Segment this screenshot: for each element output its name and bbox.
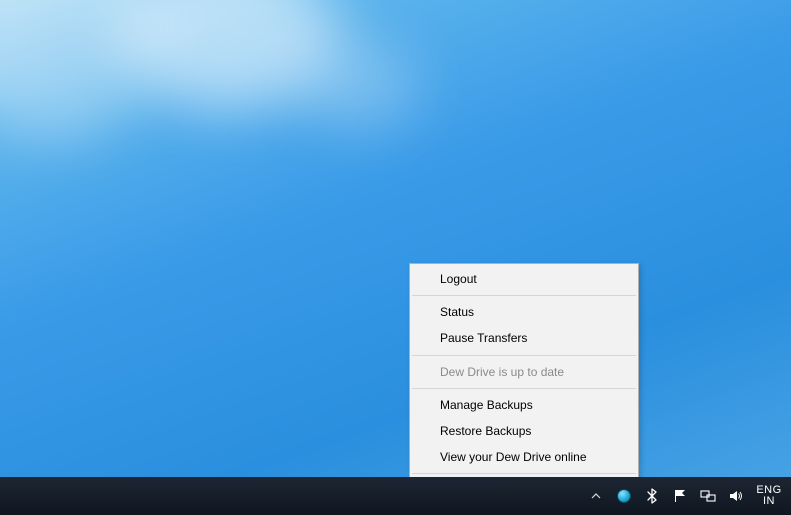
- menu-separator: [412, 295, 636, 296]
- menu-item-logout[interactable]: Logout: [410, 266, 638, 292]
- menu-separator: [412, 388, 636, 389]
- bluetooth-icon[interactable]: [643, 487, 661, 505]
- menu-separator: [412, 355, 636, 356]
- desktop-wallpaper[interactable]: Logout Status Pause Transfers Dew Drive …: [0, 0, 791, 515]
- menu-item-manage-backups[interactable]: Manage Backups: [410, 392, 638, 418]
- dewdrive-tray-icon[interactable]: [615, 487, 633, 505]
- wallpaper-highlight: [300, 40, 420, 130]
- language-line2: IN: [763, 496, 775, 507]
- language-indicator[interactable]: ENG IN: [755, 485, 783, 507]
- menu-separator: [412, 473, 636, 474]
- system-tray: ENG IN: [587, 485, 783, 507]
- taskbar: ENG IN: [0, 477, 791, 515]
- menu-item-status[interactable]: Status: [410, 299, 638, 325]
- menu-item-view-online[interactable]: View your Dew Drive online: [410, 444, 638, 470]
- volume-icon[interactable]: [727, 487, 745, 505]
- wallpaper-highlight: [120, 0, 340, 110]
- wallpaper-highlight: [0, 0, 160, 140]
- menu-item-restore-backups[interactable]: Restore Backups: [410, 418, 638, 444]
- menu-item-pause-transfers[interactable]: Pause Transfers: [410, 325, 638, 351]
- action-center-flag-icon[interactable]: [671, 487, 689, 505]
- menu-item-sync-status: Dew Drive is up to date: [410, 359, 638, 385]
- network-icon[interactable]: [699, 487, 717, 505]
- show-hidden-icons-button[interactable]: [587, 487, 605, 505]
